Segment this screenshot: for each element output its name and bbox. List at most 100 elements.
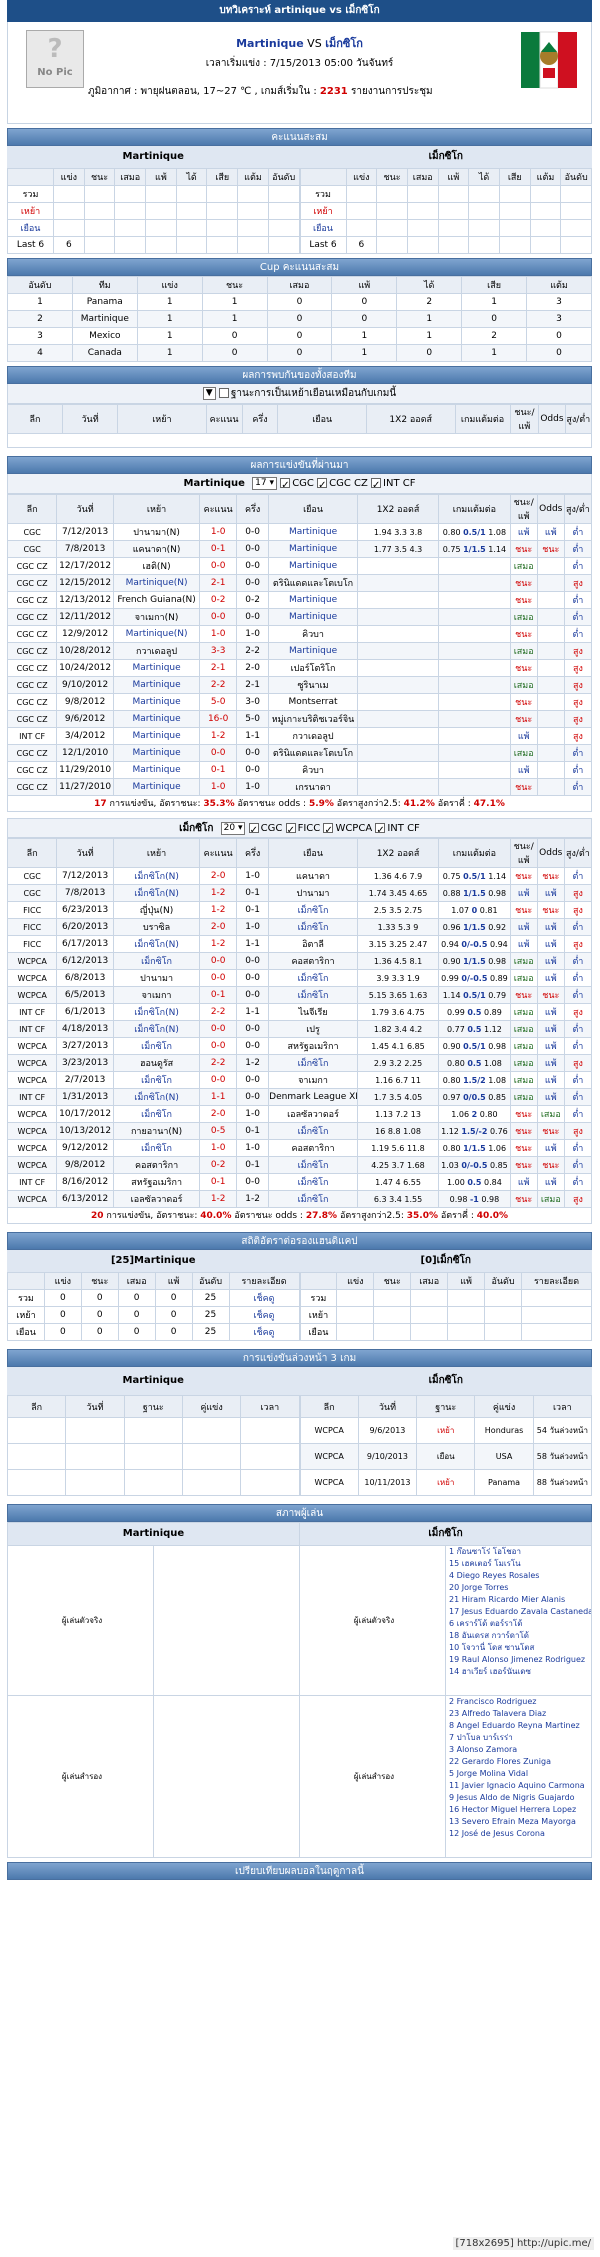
away-away-team-cell[interactable]: เม็กซิโก	[268, 969, 358, 987]
away-away-team-cell[interactable]: เม็กซิโก	[268, 986, 358, 1004]
away-league-cell[interactable]: INT CF	[6, 1173, 58, 1191]
home-score-cell[interactable]: 0-0	[199, 557, 238, 575]
h2h-count-select[interactable]: ▼	[202, 386, 216, 400]
away-score-cell[interactable]: 2-0	[199, 918, 238, 936]
away-home-team-cell[interactable]: เม็กซิโก(N)	[112, 1020, 201, 1038]
away-score-cell[interactable]: 0-0	[199, 969, 238, 987]
player-name[interactable]: 23 Alfredo Talavera Diaz	[449, 1708, 591, 1720]
home-away-team-cell[interactable]: Martinique	[268, 523, 358, 541]
cup-team-name[interactable]: Martinique	[71, 310, 138, 328]
next3-opponent[interactable]: USA	[474, 1443, 534, 1470]
home-home-team-cell[interactable]: กวาเดอลูป	[112, 642, 201, 660]
away-home-team-cell[interactable]: เม็กซิโก	[112, 1071, 201, 1089]
away-away-team-cell[interactable]: สหรัฐอเมริกา	[268, 1037, 358, 1055]
away-home-team-cell[interactable]: เม็กซิโก	[112, 1037, 201, 1055]
away-score-cell[interactable]: 0-5	[199, 1122, 238, 1140]
away-away-team-cell[interactable]: คอสตาริกา	[268, 952, 358, 970]
player-name[interactable]: 12 José de Jesus Corona	[449, 1828, 591, 1840]
home-away-team-cell[interactable]: Martinique	[268, 557, 358, 575]
home-score-cell[interactable]: 5-0	[199, 693, 238, 711]
home-league-cell[interactable]: CGC CZ	[6, 608, 58, 626]
home-home-team-cell[interactable]: Martinique(N)	[112, 625, 201, 643]
away-home-team-cell[interactable]: เม็กซิโก(N)	[112, 1088, 201, 1106]
player-name[interactable]: 4 Diego Reyes Rosales	[449, 1570, 591, 1582]
away-home-team-cell[interactable]: เม็กซิโก(N)	[112, 884, 201, 902]
home-home-team-cell[interactable]: Martinique	[112, 710, 201, 728]
player-name[interactable]: 6 เคราร์โด้ ตอร์ราโด้	[449, 1618, 591, 1630]
away-away-team-cell[interactable]: เม็กซิโก	[268, 901, 358, 919]
away-away-team-cell[interactable]: ไนจีเรีย	[268, 1003, 358, 1021]
next3-opponent[interactable]: Panama	[474, 1469, 534, 1496]
home-home-team-cell[interactable]: Martinique	[112, 761, 201, 779]
away-league-cell[interactable]: WCPCA	[6, 1139, 58, 1157]
away-home-team-cell[interactable]: เม็กซิโก(N)	[112, 1003, 201, 1021]
away-home-team-cell[interactable]: เม็กซิโก(N)	[112, 935, 201, 953]
home-away-team-cell[interactable]: Martinique	[268, 642, 358, 660]
home-score-cell[interactable]: 0-1	[199, 761, 238, 779]
away-home-team-cell[interactable]: กายอานา(N)	[112, 1122, 201, 1140]
home-home-team-cell[interactable]: แคนาดา(N)	[112, 540, 201, 558]
home-home-team-cell[interactable]: Martinique	[112, 659, 201, 677]
home-away-team-cell[interactable]: ซูรินาเม	[268, 676, 358, 694]
player-name[interactable]: 11 Javier Ignacio Aquino Carmona	[449, 1780, 591, 1792]
home-score-cell[interactable]: 0-1	[199, 540, 238, 558]
home-league-cell[interactable]: CGC CZ	[6, 642, 58, 660]
h2h-same-venue-checkbox[interactable]	[218, 388, 229, 398]
away-score-cell[interactable]: 0-0	[199, 952, 238, 970]
home-score-cell[interactable]: 2-1	[199, 659, 238, 677]
away-league-cell[interactable]: WCPCA	[6, 1054, 58, 1072]
away-score-cell[interactable]: 1-2	[199, 901, 238, 919]
away-score-cell[interactable]: 2-0	[199, 867, 238, 885]
hc-detail-link[interactable]: เช็คดู	[228, 1306, 300, 1324]
away-away-team-cell[interactable]: แคนาดา	[268, 867, 358, 885]
player-name[interactable]: 8 Angel Eduardo Reyna Martinez	[449, 1720, 591, 1732]
away-away-team-cell[interactable]: Denmark League XI	[268, 1088, 358, 1106]
away-home-team-cell[interactable]: เม็กซิโก	[112, 1105, 201, 1123]
home-home-team-cell[interactable]: Martinique	[112, 676, 201, 694]
away-league-cell[interactable]: WCPCA	[6, 1122, 58, 1140]
away-score-cell[interactable]: 2-0	[199, 1105, 238, 1123]
away-filter-checkbox[interactable]	[375, 821, 386, 841]
home-league-cell[interactable]: CGC CZ	[6, 659, 58, 677]
away-home-team-cell[interactable]: สหรัฐอเมริกา	[112, 1173, 201, 1191]
away-league-cell[interactable]: WCPCA	[6, 986, 58, 1004]
away-league-cell[interactable]: FICC	[6, 918, 58, 936]
away-league-cell[interactable]: INT CF	[6, 1020, 58, 1038]
home-score-cell[interactable]: 2-1	[199, 574, 238, 592]
away-league-cell[interactable]: WCPCA	[6, 1156, 58, 1174]
player-name[interactable]: 17 Jesus Eduardo Zavala Castaneda	[449, 1606, 591, 1618]
away-home-team-cell[interactable]: เม็กซิโก	[112, 1139, 201, 1157]
player-name[interactable]: 3 Alonso Zamora	[449, 1744, 591, 1756]
away-score-cell[interactable]: 2-2	[199, 1054, 238, 1072]
away-score-cell[interactable]: 1-2	[199, 935, 238, 953]
home-league-cell[interactable]: INT CF	[6, 727, 58, 745]
home-league-cell[interactable]: CGC CZ	[6, 591, 58, 609]
player-name[interactable]: 1 ก๊อนซาโร่ โอโชอา	[449, 1547, 591, 1559]
away-league-cell[interactable]: WCPCA	[6, 1037, 58, 1055]
home-filter-checkbox[interactable]	[371, 476, 382, 496]
home-team-name[interactable]: Martinique	[236, 37, 304, 50]
home-league-cell[interactable]: CGC CZ	[6, 778, 58, 796]
next3-opponent[interactable]: Honduras	[474, 1417, 534, 1444]
player-name[interactable]: 19 Raul Alonso Jimenez Rodriguez	[449, 1654, 591, 1666]
home-score-cell[interactable]: 16-0	[199, 710, 238, 728]
away-away-team-cell[interactable]: เอลซัลวาดอร์	[268, 1105, 358, 1123]
home-away-team-cell[interactable]: Martinique	[268, 591, 358, 609]
away-away-team-cell[interactable]: เม็กซิโก	[268, 1054, 358, 1072]
player-name[interactable]: 18 อันเดรส กวาร์ดาโด้	[449, 1630, 591, 1642]
home-home-team-cell[interactable]: เฮติ(N)	[112, 557, 201, 575]
home-away-team-cell[interactable]: ตรินิแดดและโตเบโก	[268, 744, 358, 762]
home-away-team-cell[interactable]: ตรินิแดดและโตเบโก	[268, 574, 358, 592]
away-home-team-cell[interactable]: เอลซัลวาดอร์	[112, 1190, 201, 1208]
player-name[interactable]: 10 โจวานี่ โดส ซานโตส	[449, 1642, 591, 1654]
home-home-team-cell[interactable]: Martinique	[112, 693, 201, 711]
home-home-team-cell[interactable]: Martinique(N)	[112, 574, 201, 592]
home-league-cell[interactable]: CGC CZ	[6, 625, 58, 643]
home-league-cell[interactable]: CGC CZ	[6, 676, 58, 694]
away-home-team-cell[interactable]: ปานามา	[112, 969, 201, 987]
away-filter-checkbox[interactable]	[285, 821, 296, 841]
home-league-cell[interactable]: CGC CZ	[6, 574, 58, 592]
player-name[interactable]: 21 Hiram Ricardo Mier Alanis	[449, 1594, 591, 1606]
hc-detail-link[interactable]: เช็คดู	[228, 1289, 300, 1307]
home-away-team-cell[interactable]: Montserrat	[268, 693, 358, 711]
